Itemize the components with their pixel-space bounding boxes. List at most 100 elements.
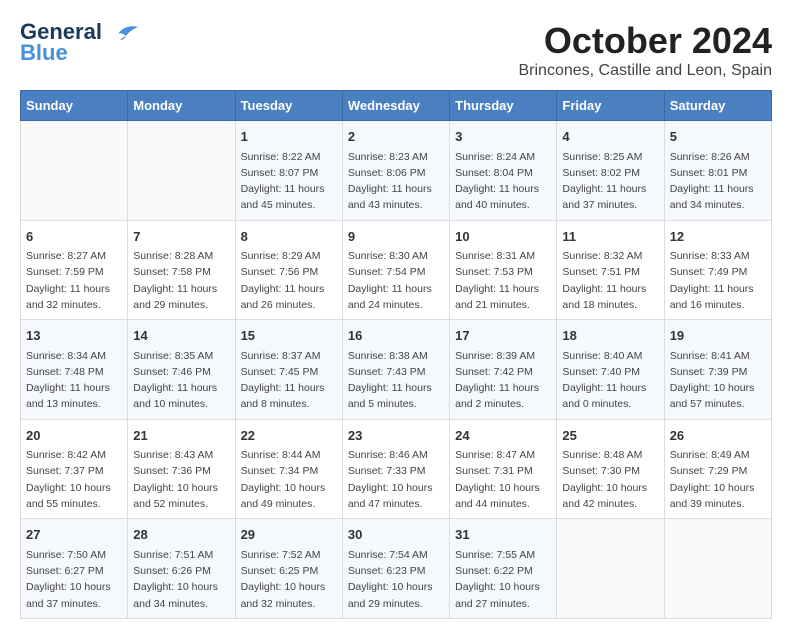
- day-content: Sunrise: 7:54 AMSunset: 6:23 PMDaylight:…: [348, 547, 444, 612]
- calendar-cell: 13Sunrise: 8:34 AMSunset: 7:48 PMDayligh…: [21, 320, 128, 420]
- day-content: Sunrise: 8:31 AMSunset: 7:53 PMDaylight:…: [455, 248, 551, 313]
- day-content: Sunrise: 8:43 AMSunset: 7:36 PMDaylight:…: [133, 447, 229, 512]
- day-number: 18: [562, 326, 658, 346]
- logo-bird-icon: [110, 22, 140, 44]
- day-content: Sunrise: 8:27 AMSunset: 7:59 PMDaylight:…: [26, 248, 122, 313]
- calendar-cell: 30Sunrise: 7:54 AMSunset: 6:23 PMDayligh…: [342, 519, 449, 619]
- col-header-sunday: Sunday: [21, 91, 128, 121]
- calendar-cell: 29Sunrise: 7:52 AMSunset: 6:25 PMDayligh…: [235, 519, 342, 619]
- day-number: 12: [670, 227, 766, 247]
- day-content: Sunrise: 8:30 AMSunset: 7:54 PMDaylight:…: [348, 248, 444, 313]
- calendar-cell: 5Sunrise: 8:26 AMSunset: 8:01 PMDaylight…: [664, 121, 771, 221]
- day-content: Sunrise: 7:55 AMSunset: 6:22 PMDaylight:…: [455, 547, 551, 612]
- day-content: Sunrise: 8:46 AMSunset: 7:33 PMDaylight:…: [348, 447, 444, 512]
- calendar-cell: 25Sunrise: 8:48 AMSunset: 7:30 PMDayligh…: [557, 419, 664, 519]
- day-number: 9: [348, 227, 444, 247]
- day-content: Sunrise: 8:48 AMSunset: 7:30 PMDaylight:…: [562, 447, 658, 512]
- calendar-cell: 15Sunrise: 8:37 AMSunset: 7:45 PMDayligh…: [235, 320, 342, 420]
- day-content: Sunrise: 8:29 AMSunset: 7:56 PMDaylight:…: [241, 248, 337, 313]
- calendar-cell: 14Sunrise: 8:35 AMSunset: 7:46 PMDayligh…: [128, 320, 235, 420]
- day-number: 16: [348, 326, 444, 346]
- day-number: 26: [670, 426, 766, 446]
- day-content: Sunrise: 8:44 AMSunset: 7:34 PMDaylight:…: [241, 447, 337, 512]
- calendar-week-row: 1Sunrise: 8:22 AMSunset: 8:07 PMDaylight…: [21, 121, 772, 221]
- col-header-thursday: Thursday: [450, 91, 557, 121]
- calendar-cell: 26Sunrise: 8:49 AMSunset: 7:29 PMDayligh…: [664, 419, 771, 519]
- day-content: Sunrise: 8:35 AMSunset: 7:46 PMDaylight:…: [133, 348, 229, 413]
- calendar-cell: 17Sunrise: 8:39 AMSunset: 7:42 PMDayligh…: [450, 320, 557, 420]
- day-number: 14: [133, 326, 229, 346]
- calendar-cell: 12Sunrise: 8:33 AMSunset: 7:49 PMDayligh…: [664, 220, 771, 320]
- day-number: 24: [455, 426, 551, 446]
- calendar-week-row: 6Sunrise: 8:27 AMSunset: 7:59 PMDaylight…: [21, 220, 772, 320]
- calendar-cell: 24Sunrise: 8:47 AMSunset: 7:31 PMDayligh…: [450, 419, 557, 519]
- calendar-cell: [664, 519, 771, 619]
- calendar-cell: 23Sunrise: 8:46 AMSunset: 7:33 PMDayligh…: [342, 419, 449, 519]
- calendar-cell: 6Sunrise: 8:27 AMSunset: 7:59 PMDaylight…: [21, 220, 128, 320]
- day-content: Sunrise: 8:22 AMSunset: 8:07 PMDaylight:…: [241, 149, 337, 214]
- day-content: Sunrise: 8:49 AMSunset: 7:29 PMDaylight:…: [670, 447, 766, 512]
- col-header-monday: Monday: [128, 91, 235, 121]
- day-content: Sunrise: 8:33 AMSunset: 7:49 PMDaylight:…: [670, 248, 766, 313]
- calendar-week-row: 27Sunrise: 7:50 AMSunset: 6:27 PMDayligh…: [21, 519, 772, 619]
- day-number: 11: [562, 227, 658, 247]
- calendar-cell: 19Sunrise: 8:41 AMSunset: 7:39 PMDayligh…: [664, 320, 771, 420]
- day-content: Sunrise: 8:28 AMSunset: 7:58 PMDaylight:…: [133, 248, 229, 313]
- calendar-cell: 9Sunrise: 8:30 AMSunset: 7:54 PMDaylight…: [342, 220, 449, 320]
- day-content: Sunrise: 8:47 AMSunset: 7:31 PMDaylight:…: [455, 447, 551, 512]
- day-number: 21: [133, 426, 229, 446]
- title-area: October 2024 Brincones, Castille and Leo…: [519, 20, 773, 80]
- day-content: Sunrise: 8:42 AMSunset: 7:37 PMDaylight:…: [26, 447, 122, 512]
- day-content: Sunrise: 7:50 AMSunset: 6:27 PMDaylight:…: [26, 547, 122, 612]
- calendar-cell: [21, 121, 128, 221]
- calendar-cell: 20Sunrise: 8:42 AMSunset: 7:37 PMDayligh…: [21, 419, 128, 519]
- calendar-cell: [557, 519, 664, 619]
- calendar-cell: 21Sunrise: 8:43 AMSunset: 7:36 PMDayligh…: [128, 419, 235, 519]
- day-content: Sunrise: 8:25 AMSunset: 8:02 PMDaylight:…: [562, 149, 658, 214]
- calendar-cell: 2Sunrise: 8:23 AMSunset: 8:06 PMDaylight…: [342, 121, 449, 221]
- day-number: 10: [455, 227, 551, 247]
- day-content: Sunrise: 7:51 AMSunset: 6:26 PMDaylight:…: [133, 547, 229, 612]
- day-content: Sunrise: 8:34 AMSunset: 7:48 PMDaylight:…: [26, 348, 122, 413]
- day-number: 30: [348, 525, 444, 545]
- calendar-cell: 4Sunrise: 8:25 AMSunset: 8:02 PMDaylight…: [557, 121, 664, 221]
- day-number: 27: [26, 525, 122, 545]
- day-number: 7: [133, 227, 229, 247]
- calendar-cell: 1Sunrise: 8:22 AMSunset: 8:07 PMDaylight…: [235, 121, 342, 221]
- day-content: Sunrise: 8:40 AMSunset: 7:40 PMDaylight:…: [562, 348, 658, 413]
- day-content: Sunrise: 8:24 AMSunset: 8:04 PMDaylight:…: [455, 149, 551, 214]
- day-number: 3: [455, 127, 551, 147]
- day-number: 28: [133, 525, 229, 545]
- col-header-friday: Friday: [557, 91, 664, 121]
- calendar-cell: 10Sunrise: 8:31 AMSunset: 7:53 PMDayligh…: [450, 220, 557, 320]
- calendar-cell: 18Sunrise: 8:40 AMSunset: 7:40 PMDayligh…: [557, 320, 664, 420]
- day-content: Sunrise: 7:52 AMSunset: 6:25 PMDaylight:…: [241, 547, 337, 612]
- calendar-cell: 11Sunrise: 8:32 AMSunset: 7:51 PMDayligh…: [557, 220, 664, 320]
- day-content: Sunrise: 8:26 AMSunset: 8:01 PMDaylight:…: [670, 149, 766, 214]
- page-header: General Blue October 2024 Brincones, Cas…: [20, 20, 772, 80]
- calendar-cell: 31Sunrise: 7:55 AMSunset: 6:22 PMDayligh…: [450, 519, 557, 619]
- day-number: 20: [26, 426, 122, 446]
- calendar-cell: 3Sunrise: 8:24 AMSunset: 8:04 PMDaylight…: [450, 121, 557, 221]
- calendar-header-row: SundayMondayTuesdayWednesdayThursdayFrid…: [21, 91, 772, 121]
- calendar-cell: 16Sunrise: 8:38 AMSunset: 7:43 PMDayligh…: [342, 320, 449, 420]
- logo: General Blue: [20, 20, 140, 66]
- day-number: 29: [241, 525, 337, 545]
- day-number: 22: [241, 426, 337, 446]
- day-number: 4: [562, 127, 658, 147]
- calendar-week-row: 13Sunrise: 8:34 AMSunset: 7:48 PMDayligh…: [21, 320, 772, 420]
- calendar-cell: 7Sunrise: 8:28 AMSunset: 7:58 PMDaylight…: [128, 220, 235, 320]
- day-number: 19: [670, 326, 766, 346]
- day-content: Sunrise: 8:32 AMSunset: 7:51 PMDaylight:…: [562, 248, 658, 313]
- day-content: Sunrise: 8:39 AMSunset: 7:42 PMDaylight:…: [455, 348, 551, 413]
- day-number: 31: [455, 525, 551, 545]
- calendar-cell: [128, 121, 235, 221]
- day-number: 17: [455, 326, 551, 346]
- day-number: 5: [670, 127, 766, 147]
- day-number: 25: [562, 426, 658, 446]
- calendar-week-row: 20Sunrise: 8:42 AMSunset: 7:37 PMDayligh…: [21, 419, 772, 519]
- day-content: Sunrise: 8:23 AMSunset: 8:06 PMDaylight:…: [348, 149, 444, 214]
- day-number: 13: [26, 326, 122, 346]
- logo-blue-text: Blue: [20, 40, 68, 66]
- day-content: Sunrise: 8:38 AMSunset: 7:43 PMDaylight:…: [348, 348, 444, 413]
